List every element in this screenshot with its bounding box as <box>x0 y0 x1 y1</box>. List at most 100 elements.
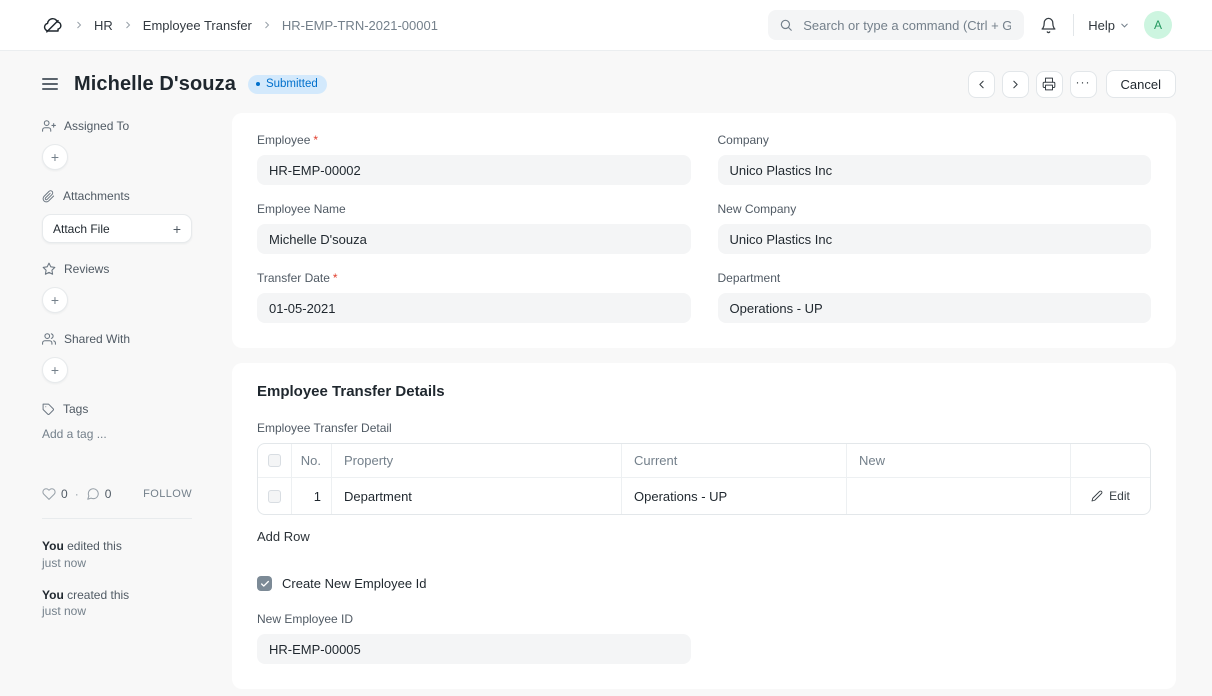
search-icon <box>779 18 793 32</box>
create-new-employee-id-checkbox[interactable] <box>257 576 272 591</box>
next-document-button[interactable] <box>1002 71 1029 98</box>
attach-file-button[interactable]: Attach File + <box>42 214 192 243</box>
like-count: 0 <box>61 487 68 501</box>
document-stats: 0 · 0 FOLLOW <box>42 487 192 501</box>
required-marker: * <box>313 133 318 147</box>
employee-name-input[interactable]: Michelle D'souza <box>257 224 691 254</box>
employee-input[interactable]: HR-EMP-00002 <box>257 155 691 185</box>
column-current: Current <box>622 444 847 478</box>
attachments-section: Attachments Attach File + <box>42 189 192 243</box>
row-actions-cell: Edit <box>1071 478 1150 514</box>
shared-with-section: Shared With + <box>42 332 192 383</box>
select-all-checkbox[interactable] <box>268 454 281 467</box>
create-new-employee-id-label: Create New Employee Id <box>282 576 427 591</box>
help-menu[interactable]: Help <box>1088 18 1130 33</box>
assigned-to-label: Assigned To <box>64 119 129 133</box>
new-company-input[interactable]: Unico Plastics Inc <box>718 224 1152 254</box>
shared-with-label: Shared With <box>64 332 130 346</box>
comment-icon <box>86 487 100 501</box>
plus-icon: + <box>173 221 181 237</box>
frappe-cloud-icon <box>42 14 64 36</box>
transfer-detail-table: No. Property Current New 1 Department Op… <box>257 443 1151 515</box>
overview-card: Employee * HR-EMP-00002 Company Unico Pl… <box>232 113 1176 348</box>
new-employee-id-input[interactable]: HR-EMP-00005 <box>257 634 691 664</box>
add-tag-input[interactable]: Add a tag ... <box>42 426 107 441</box>
edit-row-button[interactable]: Edit <box>1091 489 1130 503</box>
field-new-company: New Company Unico Plastics Inc <box>718 202 1152 254</box>
breadcrumb-employee-transfer[interactable]: Employee Transfer <box>143 18 252 33</box>
field-new-employee-id: New Employee ID HR-EMP-00005 <box>257 612 691 664</box>
page-title: Michelle D'souza <box>74 73 236 96</box>
app-logo[interactable] <box>42 14 64 36</box>
add-assignment-button[interactable]: + <box>42 144 68 170</box>
help-label: Help <box>1088 18 1115 33</box>
paperclip-icon <box>42 190 55 203</box>
menu-button[interactable]: ··· <box>1070 71 1097 98</box>
notifications-bell-icon[interactable] <box>1038 15 1059 36</box>
field-employee-name: Employee Name Michelle D'souza <box>257 202 691 254</box>
cancel-button[interactable]: Cancel <box>1106 70 1176 98</box>
table-label: Employee Transfer Detail <box>257 421 1151 435</box>
company-label: Company <box>718 133 769 147</box>
chevron-right-icon <box>261 19 273 31</box>
add-review-button[interactable]: + <box>42 287 68 313</box>
follow-button[interactable]: FOLLOW <box>143 488 192 500</box>
check-icon <box>260 579 270 589</box>
heart-icon <box>42 487 56 501</box>
row-checkbox[interactable] <box>268 490 281 503</box>
new-employee-id-label: New Employee ID <box>257 612 353 626</box>
print-button[interactable] <box>1036 71 1063 98</box>
printer-icon <box>1042 77 1056 91</box>
section-title: Employee Transfer Details <box>257 383 1151 400</box>
activity-action: created this <box>67 588 129 602</box>
row-current-cell[interactable]: Operations - UP <box>622 478 847 514</box>
add-row-button[interactable]: Add Row <box>257 529 310 544</box>
status-badge: Submitted <box>248 75 327 94</box>
attach-file-label: Attach File <box>53 222 110 236</box>
row-number-cell: 1 <box>292 478 332 514</box>
like-button[interactable]: 0 <box>42 487 68 501</box>
attachments-label: Attachments <box>63 189 130 203</box>
form-body: Employee * HR-EMP-00002 Company Unico Pl… <box>232 113 1176 689</box>
create-new-employee-id-field: Create New Employee Id <box>257 576 1151 591</box>
tags-label: Tags <box>63 402 88 416</box>
employee-name-label: Employee Name <box>257 202 346 216</box>
row-new-cell[interactable] <box>847 478 1071 514</box>
activity-time: just now <box>42 555 192 572</box>
pencil-icon <box>1091 490 1103 502</box>
field-transfer-date: Transfer Date * 01-05-2021 <box>257 271 691 323</box>
department-input[interactable]: Operations - UP <box>718 293 1152 323</box>
search-input[interactable] <box>801 17 1013 34</box>
chevron-right-icon <box>122 19 134 31</box>
status-dot-icon <box>256 82 260 86</box>
sidebar-divider <box>42 518 192 519</box>
global-search[interactable] <box>768 10 1024 40</box>
ellipsis-icon: ··· <box>1076 76 1091 92</box>
activity-action: edited this <box>67 539 122 553</box>
required-marker: * <box>333 271 338 285</box>
sidebar-toggle-icon[interactable] <box>42 76 58 92</box>
department-label: Department <box>718 271 781 285</box>
column-actions <box>1071 444 1150 478</box>
select-all-cell <box>258 444 292 478</box>
page-layout: Assigned To + Attachments Attach File + <box>0 113 1212 689</box>
stat-separator: · <box>75 487 79 501</box>
breadcrumb: HR Employee Transfer HR-EMP-TRN-2021-000… <box>42 14 438 36</box>
edit-label: Edit <box>1109 489 1130 503</box>
company-input[interactable]: Unico Plastics Inc <box>718 155 1152 185</box>
activity-actor: You <box>42 588 64 602</box>
row-select-cell <box>258 478 292 514</box>
row-property-cell[interactable]: Department <box>332 478 622 514</box>
user-avatar[interactable]: A <box>1144 11 1172 39</box>
add-share-button[interactable]: + <box>42 357 68 383</box>
new-company-label: New Company <box>718 202 797 216</box>
activity-entry: You edited this just now <box>42 538 192 572</box>
star-icon <box>42 262 56 276</box>
breadcrumb-hr[interactable]: HR <box>94 18 113 33</box>
transfer-details-card: Employee Transfer Details Employee Trans… <box>232 363 1176 689</box>
tag-icon <box>42 403 55 416</box>
comments-button[interactable]: 0 <box>86 487 112 501</box>
previous-document-button[interactable] <box>968 71 995 98</box>
page-head: Michelle D'souza Submitted ··· Cancel <box>0 51 1212 113</box>
transfer-date-input[interactable]: 01-05-2021 <box>257 293 691 323</box>
